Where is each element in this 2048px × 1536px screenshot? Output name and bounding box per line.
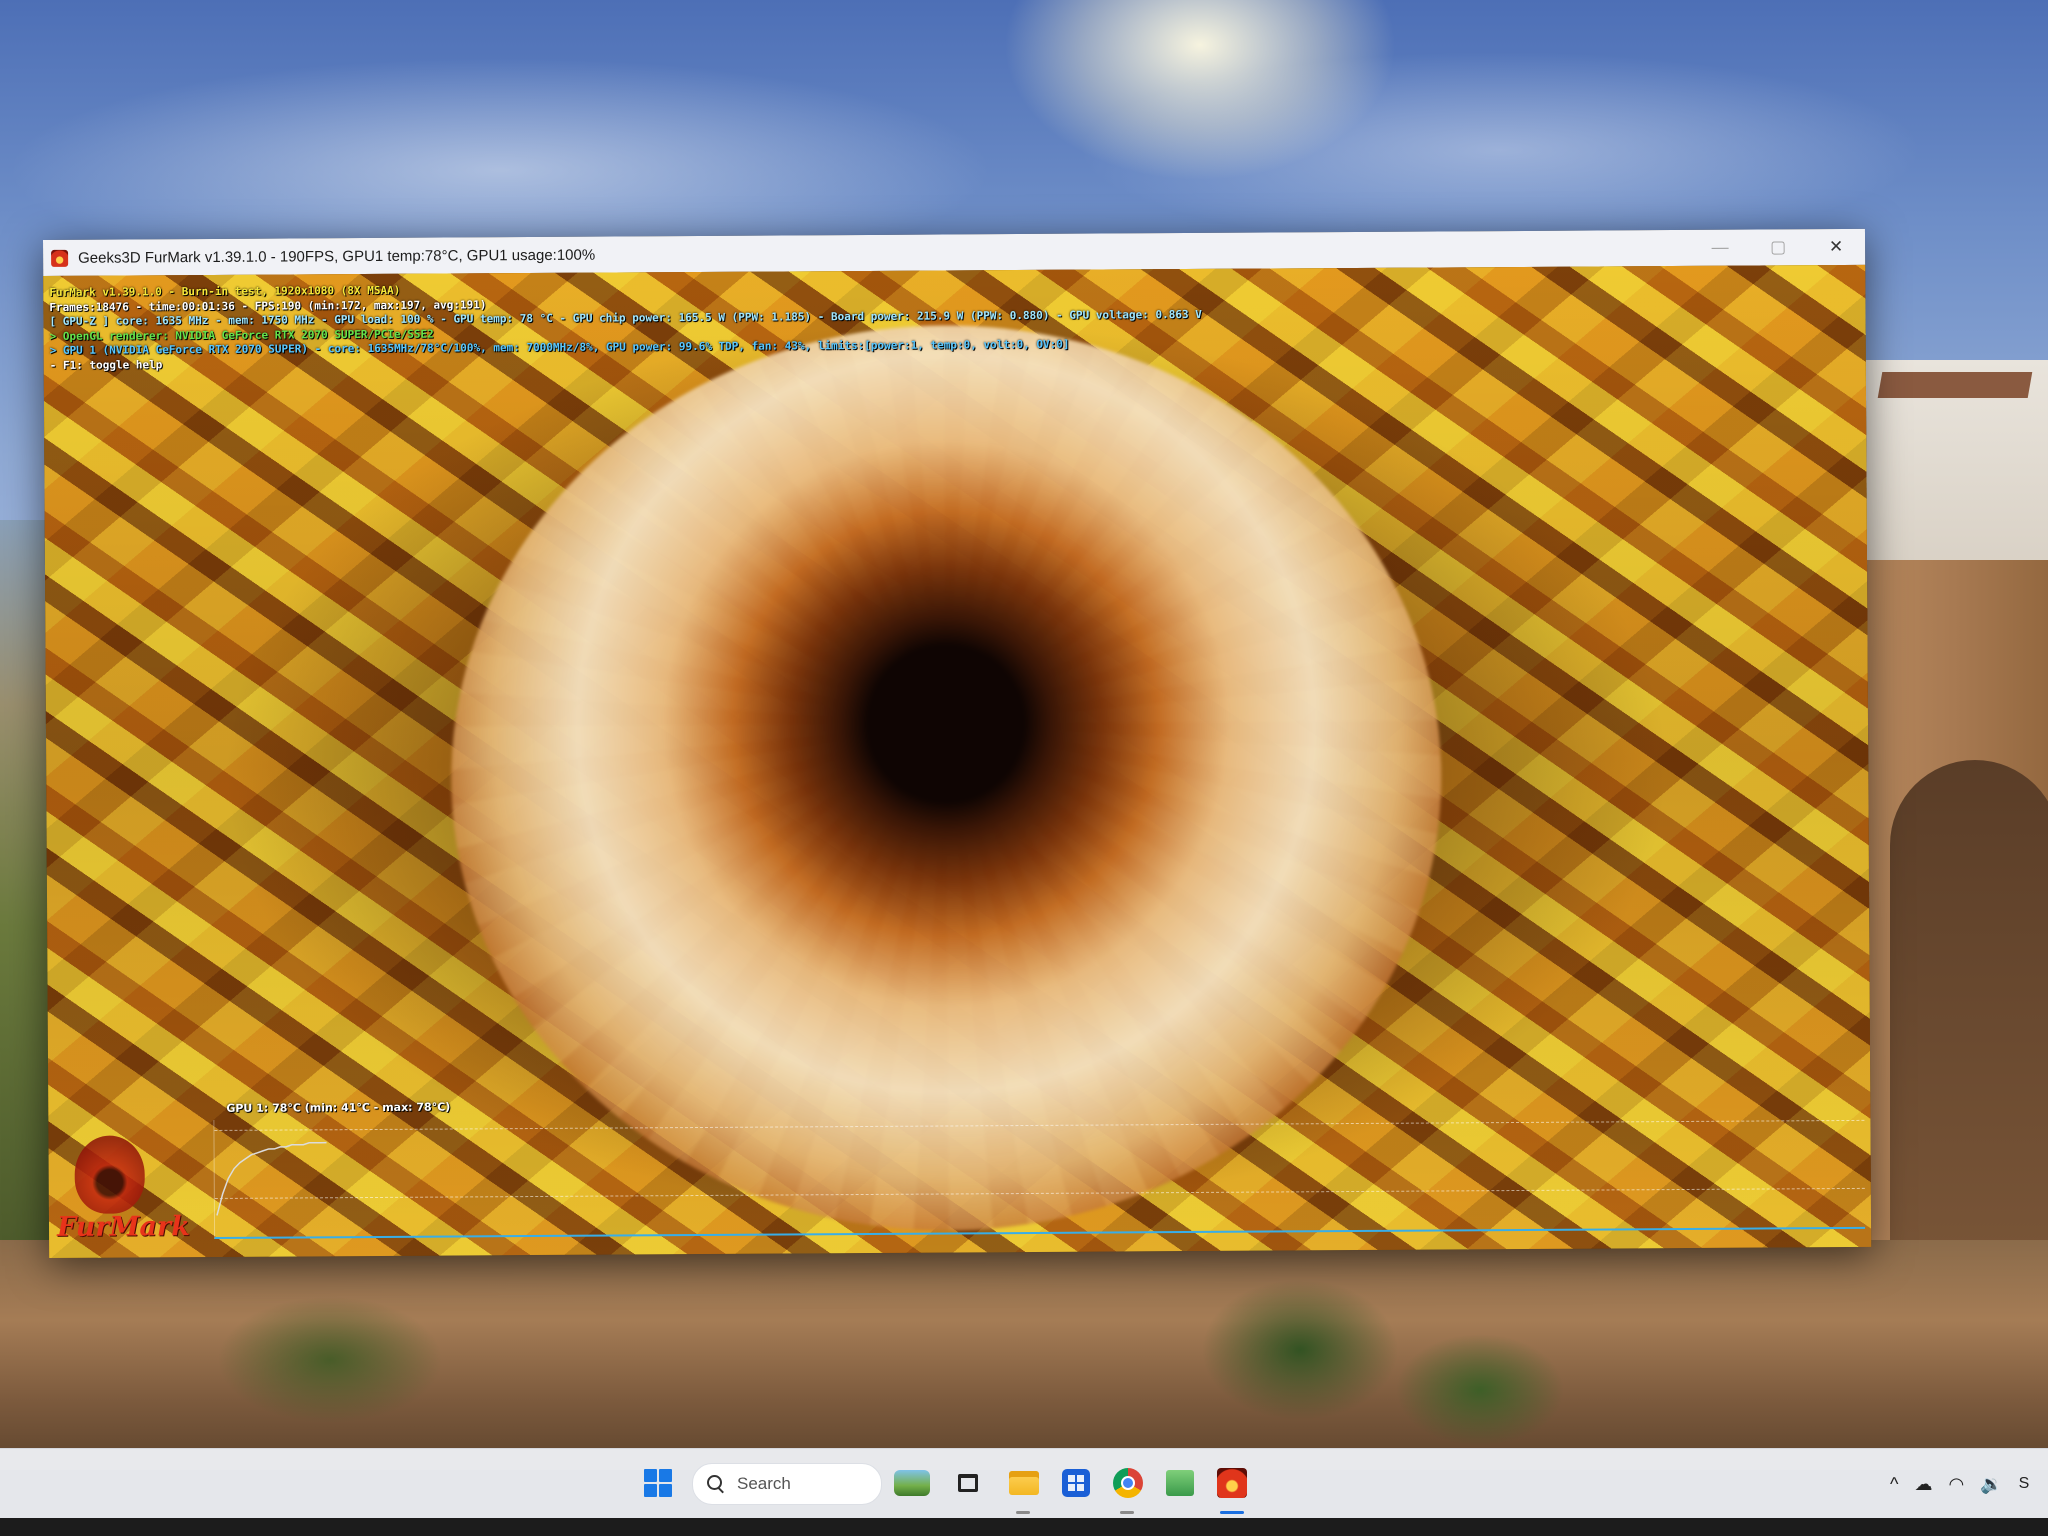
windows-start-icon[interactable]: [644, 1469, 672, 1497]
gpu-monitor-app-icon[interactable]: [1162, 1465, 1198, 1501]
onedrive-icon[interactable]: ☁: [1914, 1471, 1932, 1497]
explorer-running-indicator: [1016, 1511, 1030, 1514]
furmark-app-icon[interactable]: [51, 249, 69, 267]
file-explorer-icon[interactable]: [1006, 1465, 1042, 1501]
tray-overflow-chevron-icon[interactable]: ^: [1890, 1471, 1898, 1497]
furmark-logo-text: FurMark: [56, 1211, 190, 1243]
window-controls: — ▢ ✕: [1691, 229, 1865, 266]
gpu-temp-line: [216, 1141, 327, 1216]
wallpaper-cliff: [0, 1240, 2048, 1470]
monitor-bezel: [0, 1518, 2048, 1536]
close-button[interactable]: ✕: [1807, 229, 1865, 265]
wifi-icon[interactable]: ◠: [1948, 1471, 1964, 1497]
gpu-temp-plot: [216, 1141, 327, 1216]
furmark-window[interactable]: Geeks3D FurMark v1.39.1.0 - 190FPS, GPU1…: [43, 228, 1872, 1258]
maximize-button[interactable]: ▢: [1749, 229, 1807, 265]
task-view-icon[interactable]: [950, 1465, 986, 1501]
microsoft-store-icon[interactable]: [1058, 1465, 1094, 1501]
fur-donut-render: [448, 322, 1445, 1234]
chrome-icon[interactable]: [1110, 1465, 1146, 1501]
furmark-logo-flame: [74, 1135, 145, 1214]
system-tray: ^ ☁ ◠ 🔉 S: [1890, 1471, 2029, 1497]
window-title: Geeks3D FurMark v1.39.1.0 - 190FPS, GPU1…: [78, 246, 596, 267]
volume-icon[interactable]: 🔉: [1980, 1471, 2002, 1497]
taskbar: ^ ☁ ◠ 🔉 S: [0, 1448, 2048, 1519]
furmark-active-indicator: [1220, 1511, 1244, 1514]
desktop-screen: Geeks3D FurMark v1.39.1.0 - 190FPS, GPU1…: [0, 0, 2048, 1536]
wallpaper-bridge-arch: [1890, 760, 2048, 1280]
gpu-temp-label: GPU 1: 78°C (min: 41°C - max: 78°C): [226, 1100, 451, 1115]
minimize-button[interactable]: —: [1691, 230, 1749, 266]
wallpaper-town-roof: [1877, 372, 2033, 398]
taskbar-search-input[interactable]: [735, 1473, 869, 1495]
osd-overlay: FurMark v1.39.1.0 - Burn-in test, 1920x1…: [49, 279, 1202, 374]
furmark-logo: FurMark: [56, 1135, 190, 1246]
taskbar-search[interactable]: [692, 1463, 882, 1505]
search-icon: [705, 1473, 727, 1495]
furmark-taskbar-icon[interactable]: [1214, 1465, 1250, 1501]
chrome-running-indicator: [1120, 1511, 1134, 1514]
tray-clock-partial[interactable]: S: [2019, 1471, 2030, 1497]
gpu-temp-graph: GPU 1: 78°C (min: 41°C - max: 78°C): [213, 1101, 1866, 1239]
render-viewport[interactable]: FurMark v1.39.1.0 - Burn-in test, 1920x1…: [43, 264, 1872, 1258]
widgets-icon[interactable]: [890, 1465, 934, 1501]
